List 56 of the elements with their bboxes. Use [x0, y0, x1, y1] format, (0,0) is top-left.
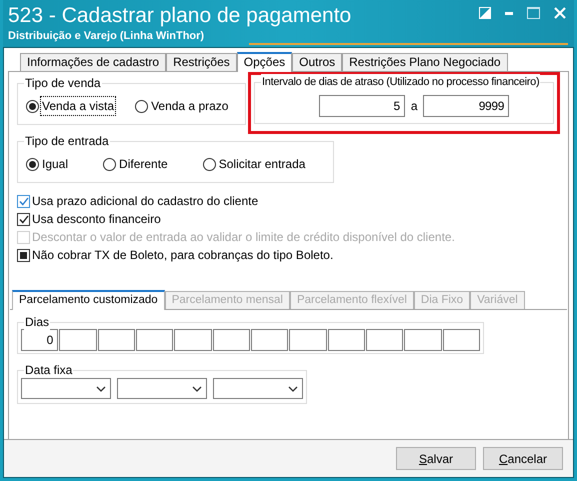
minimize-icon[interactable]	[505, 12, 513, 14]
checkbox-label: Usa prazo adicional do cadastro do cliente	[32, 193, 258, 210]
day-input[interactable]: 0	[21, 329, 58, 351]
group-title: Intervalo de dias de atraso (Utilizado no processo financeiro)	[261, 74, 540, 90]
tab[interactable]: Outros	[292, 53, 342, 71]
day-input[interactable]	[328, 329, 365, 351]
day-input[interactable]	[59, 329, 97, 351]
day-input[interactable]	[212, 329, 250, 351]
day-input[interactable]	[98, 329, 135, 351]
maximize-icon[interactable]	[527, 7, 540, 19]
tab[interactable]: Parcelamento customizado	[12, 290, 165, 310]
chevron-down-icon	[96, 386, 106, 392]
radio-option[interactable]: Solicitar entrada	[202, 155, 306, 173]
radio-option[interactable]: Venda a vista	[26, 97, 116, 115]
tab[interactable]: Restrições	[166, 53, 237, 71]
day-input[interactable]	[289, 329, 327, 351]
radio-button[interactable]	[26, 100, 39, 112]
dialog-button[interactable]: Cancelar	[483, 447, 563, 470]
radio-option[interactable]: Venda a prazo	[135, 97, 230, 115]
tab[interactable]: Opções	[236, 52, 292, 72]
day-input[interactable]	[250, 329, 288, 351]
dropdown[interactable]	[117, 378, 207, 399]
day-input[interactable]	[366, 329, 404, 351]
window-subtitle: Distribuição e Varejo (Linha WinThor)	[8, 29, 206, 43]
radio-option[interactable]: Igual	[26, 155, 70, 173]
group-title: Tipo de venda	[24, 75, 102, 91]
day-input[interactable]	[174, 329, 212, 351]
checkbox[interactable]	[17, 194, 30, 208]
tab[interactable]: Restrições Plano Negociado	[342, 53, 508, 71]
radio-option[interactable]: Diferente	[103, 155, 169, 173]
tab[interactable]: Informações de cadastro	[20, 53, 166, 71]
chevron-down-icon	[288, 386, 298, 392]
close-icon[interactable]	[554, 7, 566, 19]
range-separator: a	[410, 98, 418, 115]
input-field[interactable]: 5	[318, 95, 405, 117]
dropdown[interactable]	[213, 378, 303, 399]
radio-button[interactable]	[202, 158, 216, 170]
checkbox-label: Descontar o valor de entrada ao validar o limite de crédito disponível do cliente.	[32, 229, 455, 246]
radio-button[interactable]	[103, 158, 116, 170]
day-input[interactable]	[442, 329, 480, 351]
group-title: Dias	[24, 314, 50, 330]
dialog-button[interactable]: Salvar	[396, 447, 476, 470]
checkbox[interactable]	[17, 248, 30, 262]
input-field[interactable]: 9999	[423, 95, 510, 117]
dropdown[interactable]	[21, 378, 111, 399]
chevron-down-icon	[192, 386, 202, 392]
day-input[interactable]	[404, 329, 442, 351]
checkbox-label: Usa desconto financeiro	[32, 211, 161, 228]
checkbox-label: Não cobrar TX de Boleto, para cobranças do tipo Boleto.	[32, 247, 334, 264]
window-title: 523 - Cadastrar plano de pagamento	[8, 3, 352, 29]
radio-button[interactable]	[26, 158, 39, 170]
radio-button[interactable]	[135, 100, 148, 112]
group-title: Tipo de entrada	[24, 133, 110, 149]
checkbox[interactable]	[17, 212, 30, 226]
day-input[interactable]	[136, 329, 174, 351]
contrast-icon[interactable]	[479, 7, 491, 19]
